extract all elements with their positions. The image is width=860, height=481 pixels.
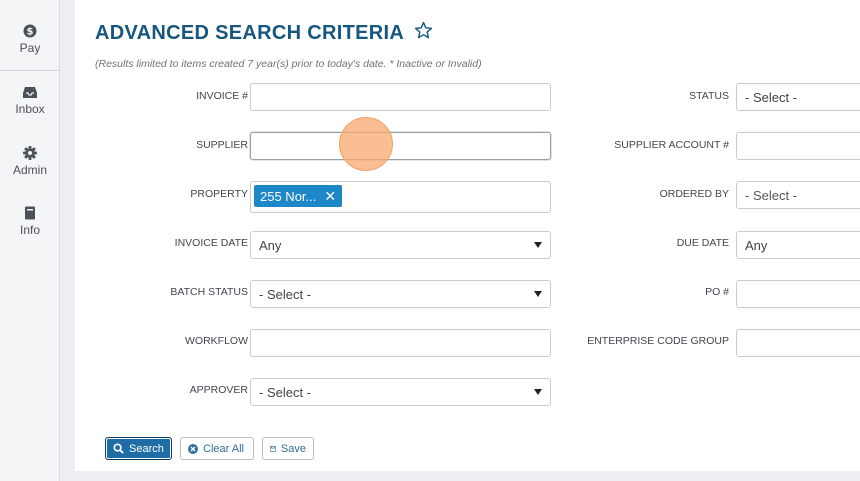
batch-status-select[interactable]: - Select - — [250, 280, 551, 308]
approver-select[interactable]: - Select - — [250, 378, 551, 406]
dollar-circle-icon: $ — [23, 24, 37, 38]
results-note: (Results limited to items created 7 year… — [95, 58, 482, 70]
enterprise-code-group-input[interactable] — [736, 329, 860, 357]
property-chip-label: 255 Nor... — [260, 188, 317, 204]
clear-all-button[interactable]: Clear All — [180, 437, 254, 460]
nav-item-inbox[interactable]: Inbox — [0, 86, 60, 116]
inbox-icon — [23, 87, 37, 98]
supplier-input[interactable] — [250, 132, 551, 160]
search-button-label: Search — [129, 442, 164, 455]
approver-label: APPROVER — [189, 384, 248, 396]
invoice-number-label: INVOICE # — [196, 90, 248, 102]
property-label: PROPERTY — [190, 188, 248, 200]
side-nav: $ Pay Inbox Admin Info — [0, 0, 60, 481]
nav-item-label: Pay — [19, 41, 41, 55]
ordered-by-select[interactable]: - Select - — [736, 181, 860, 209]
search-button[interactable]: Search — [105, 437, 172, 460]
svg-text:$: $ — [27, 27, 34, 38]
supplier-account-input[interactable] — [736, 132, 860, 160]
supplier-account-label: SUPPLIER ACCOUNT # — [614, 139, 729, 151]
clear-all-button-label: Clear All — [203, 442, 244, 455]
supplier-label: SUPPLIER — [196, 139, 248, 151]
save-button-label: Save — [280, 442, 306, 455]
nav-item-label: Inbox — [15, 102, 45, 116]
nav-item-label: Admin — [12, 163, 47, 177]
caret-down-icon — [534, 291, 542, 297]
due-date-label: DUE DATE — [676, 237, 729, 249]
invoice-date-label: INVOICE DATE — [174, 237, 248, 249]
ordered-by-label: ORDERED BY — [659, 188, 729, 200]
property-input[interactable]: 255 Nor... ✕ — [250, 181, 551, 213]
po-number-label: PO # — [705, 286, 729, 298]
star-outline-icon[interactable] — [414, 21, 433, 45]
search-icon — [113, 443, 124, 454]
clear-circle-icon — [188, 443, 198, 454]
invoice-date-select[interactable]: Any — [250, 231, 551, 259]
touch-indicator — [339, 117, 393, 171]
enterprise-code-group-label: ENTERPRISE CODE GROUP — [587, 335, 729, 347]
page-title: ADVANCED SEARCH CRITERIA — [95, 21, 405, 44]
nav-item-label: Info — [19, 223, 40, 237]
book-icon — [25, 206, 35, 220]
workflow-input[interactable] — [250, 329, 551, 357]
floppy-disk-icon — [270, 445, 276, 452]
invoice-number-input[interactable] — [250, 83, 551, 111]
caret-down-icon — [534, 389, 542, 395]
property-chip: 255 Nor... ✕ — [254, 185, 343, 207]
gear-icon — [23, 146, 37, 160]
status-label: STATUS — [689, 90, 729, 102]
status-select[interactable]: - Select - — [736, 83, 860, 111]
caret-down-icon — [534, 242, 542, 248]
title-row: ADVANCED SEARCH CRITERIA — [95, 21, 433, 45]
po-number-input[interactable] — [736, 280, 860, 308]
workflow-label: WORKFLOW — [185, 335, 248, 347]
nav-item-info[interactable]: Info — [0, 206, 60, 237]
batch-status-label: BATCH STATUS — [170, 286, 248, 298]
nav-item-admin[interactable]: Admin — [0, 146, 60, 177]
due-date-select[interactable]: Any — [736, 231, 860, 259]
nav-item-pay[interactable]: $ Pay — [0, 24, 60, 71]
remove-chip-icon[interactable]: ✕ — [324, 188, 336, 205]
save-button[interactable]: Save — [262, 437, 314, 460]
search-panel: ADVANCED SEARCH CRITERIA (Results limite… — [75, 0, 860, 471]
